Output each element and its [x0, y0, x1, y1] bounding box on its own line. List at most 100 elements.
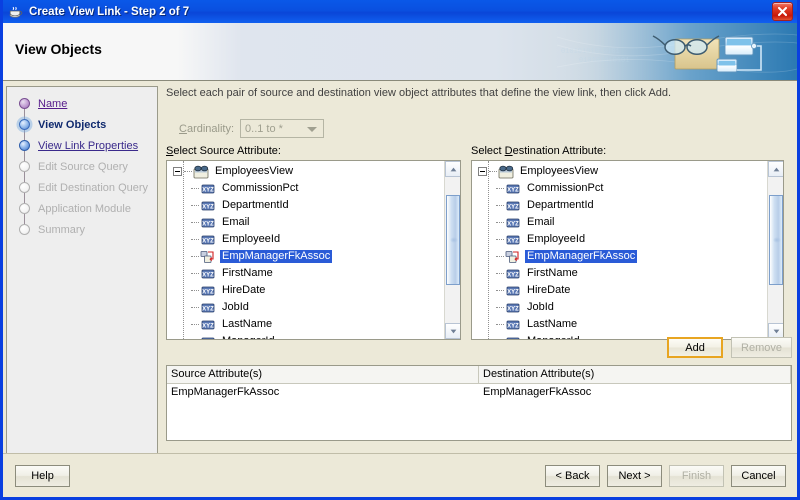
- java-coffee-cup-icon: [8, 4, 24, 20]
- tree-item-commissionpct[interactable]: XYZ CommissionPct: [472, 180, 767, 197]
- sidebar-item-application-module: Application Module: [7, 188, 157, 219]
- tree-item-email[interactable]: XYZ Email: [167, 214, 444, 231]
- step-bullet-icon: [19, 224, 30, 235]
- tree-item-hiredate[interactable]: XYZ HireDate: [472, 282, 767, 299]
- scroll-up-icon[interactable]: [768, 161, 783, 177]
- scroll-down-icon[interactable]: [445, 323, 460, 339]
- attribute-icon: XYZ: [505, 335, 521, 339]
- back-button-label: < Back: [555, 470, 590, 482]
- sidebar-item-summary: Summary: [7, 209, 157, 240]
- sidebar-item-view-objects[interactable]: View Objects: [7, 104, 157, 135]
- tree-node-label: ManagerId: [525, 335, 582, 339]
- tree-node-label: FirstName: [222, 267, 273, 279]
- tree-node-label: CommissionPct: [222, 182, 299, 194]
- tree-item-departmentid[interactable]: XYZ DepartmentId: [167, 197, 444, 214]
- tree-connector: [496, 273, 504, 274]
- tree-item-email[interactable]: XYZ Email: [472, 214, 767, 231]
- attribute-icon: XYZ: [200, 216, 216, 230]
- tree-connector: [191, 256, 199, 257]
- tree-node-label: Email: [527, 216, 555, 228]
- attribute-icon: XYZ: [200, 199, 216, 213]
- tree-item-hiredate[interactable]: XYZ HireDate: [167, 282, 444, 299]
- attribute-icon: XYZ: [200, 301, 216, 315]
- create-view-link-dialog: Create View Link - Step 2 of 7 View Obje…: [0, 0, 800, 500]
- svg-text:XYZ: XYZ: [202, 289, 214, 295]
- tree-item-lastname[interactable]: XYZ LastName: [167, 316, 444, 333]
- destination-tree-scrollbar[interactable]: [767, 161, 783, 339]
- destination-attribute-panel: Select Destination Attribute: EmployeesV…: [471, 145, 784, 340]
- tree-item-employeeid[interactable]: XYZ EmployeeId: [167, 231, 444, 248]
- association-icon: [505, 250, 521, 264]
- scrollbar-thumb[interactable]: [446, 195, 460, 285]
- tree-node-label: EmployeesView: [215, 165, 294, 177]
- svg-text:XYZ: XYZ: [202, 306, 214, 312]
- tree-item-lastname[interactable]: XYZ LastName: [472, 316, 767, 333]
- cancel-button[interactable]: Cancel: [731, 465, 786, 487]
- scroll-up-icon[interactable]: [445, 161, 460, 177]
- tree-connector: [496, 205, 504, 206]
- tree-node-label: JobId: [222, 301, 249, 313]
- tree-connector: [496, 188, 504, 189]
- back-button[interactable]: < Back: [545, 465, 600, 487]
- step-bullet-icon: [19, 140, 30, 151]
- tree-item-jobid[interactable]: XYZ JobId: [167, 299, 444, 316]
- title-bar: Create View Link - Step 2 of 7: [3, 0, 797, 23]
- attribute-pairs-table[interactable]: Source Attribute(s) Destination Attribut…: [166, 365, 792, 441]
- attribute-icon: XYZ: [505, 318, 521, 332]
- tree-root-node[interactable]: EmployeesView: [167, 163, 444, 180]
- collapse-icon[interactable]: [173, 167, 182, 176]
- tree-item-departmentid[interactable]: XYZ DepartmentId: [472, 197, 767, 214]
- cardinality-select[interactable]: 0..1 to *: [240, 119, 325, 138]
- sidebar-item-name[interactable]: Name: [7, 93, 157, 114]
- sidebar-item-label: Application Module: [38, 202, 131, 215]
- tree-root-node[interactable]: EmployeesView: [472, 163, 767, 180]
- chevron-down-icon: [307, 127, 318, 132]
- tree-item-managerid[interactable]: XYZ ManagerId: [167, 333, 444, 339]
- add-button[interactable]: Add: [667, 337, 724, 358]
- source-tree-scrollbar[interactable]: [444, 161, 460, 339]
- step-bullet-icon: [19, 182, 30, 193]
- sidebar-item-view-link-properties[interactable]: View Link Properties: [7, 125, 157, 156]
- finish-button: Finish: [669, 465, 724, 487]
- tree-node-label: HireDate: [527, 284, 571, 296]
- sidebar-item-edit-destination-query: Edit Destination Query: [7, 167, 157, 198]
- close-icon[interactable]: [772, 2, 793, 21]
- tree-node-label: LastName: [527, 318, 578, 330]
- svg-text:XYZ: XYZ: [202, 323, 214, 329]
- next-button-label: Next >: [618, 470, 651, 482]
- svg-text:XYZ: XYZ: [202, 272, 214, 278]
- scrollbar-thumb[interactable]: [769, 195, 783, 285]
- tree-connector: [191, 239, 199, 240]
- step-bullet-icon: [19, 161, 30, 172]
- tree-connector: [191, 324, 199, 325]
- step-list: Name View Objects View Link Properties E…: [7, 87, 157, 240]
- instruction-text: Select each pair of source and destinati…: [166, 87, 672, 99]
- pair-actions: Add Remove: [667, 337, 792, 358]
- tree-item-commissionpct[interactable]: XYZ CommissionPct: [167, 180, 444, 197]
- source-tree[interactable]: EmployeesView XYZ CommissionPct XYZ Depa…: [166, 160, 461, 340]
- tree-item-jobid[interactable]: XYZ JobId: [472, 299, 767, 316]
- tree-item-empmanagerfkassoc[interactable]: EmpManagerFkAssoc: [472, 248, 767, 265]
- tree-connector: [496, 256, 504, 257]
- tree-connector: [496, 222, 504, 223]
- next-button[interactable]: Next >: [607, 465, 662, 487]
- destination-tree-items: EmployeesView XYZ CommissionPct XYZ Depa…: [472, 161, 767, 339]
- cell-destination-attribute: EmpManagerFkAssoc: [483, 386, 592, 398]
- column-header-source: Source Attribute(s): [167, 366, 479, 384]
- tree-item-firstname[interactable]: XYZ FirstName: [472, 265, 767, 282]
- attribute-icon: XYZ: [200, 182, 216, 196]
- svg-text:XYZ: XYZ: [202, 187, 214, 193]
- help-button[interactable]: Help: [15, 465, 70, 487]
- collapse-icon[interactable]: [478, 167, 487, 176]
- tree-connector: [191, 222, 199, 223]
- step-bullet-icon: [19, 98, 30, 109]
- svg-text:XYZ: XYZ: [507, 238, 519, 244]
- tree-item-firstname[interactable]: XYZ FirstName: [167, 265, 444, 282]
- tree-node-label: Email: [222, 216, 250, 228]
- table-row[interactable]: EmpManagerFkAssoc EmpManagerFkAssoc: [167, 384, 791, 401]
- destination-tree[interactable]: EmployeesView XYZ CommissionPct XYZ Depa…: [471, 160, 784, 340]
- svg-text:XYZ: XYZ: [507, 289, 519, 295]
- tree-item-empmanagerfkassoc[interactable]: EmpManagerFkAssoc: [167, 248, 444, 265]
- cardinality-value: 0..1 to *: [245, 122, 283, 135]
- tree-item-employeeid[interactable]: XYZ EmployeeId: [472, 231, 767, 248]
